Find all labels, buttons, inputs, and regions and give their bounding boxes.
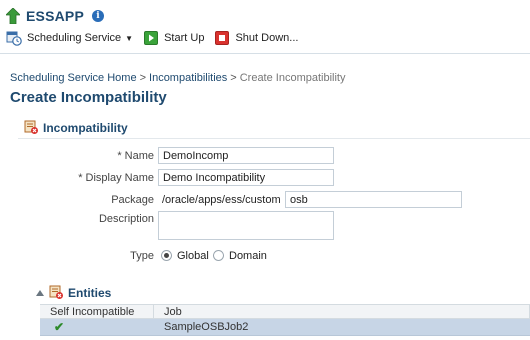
entities-table: Self Incompatible Job ✔ SampleOSBJob2 bbox=[40, 304, 530, 336]
column-header-self-incompatible[interactable]: Self Incompatible bbox=[40, 305, 154, 318]
breadcrumb-separator: > bbox=[230, 72, 237, 84]
app-header: ESSAPP i Scheduling Service ▼ Start Up S… bbox=[0, 0, 530, 54]
breadcrumb-link-incompatibilities[interactable]: Incompatibilities bbox=[149, 72, 227, 84]
type-domain-radio[interactable] bbox=[213, 250, 224, 261]
shut-down-button[interactable]: Shut Down... bbox=[214, 28, 298, 48]
scheduling-service-icon bbox=[6, 30, 22, 46]
type-domain-label[interactable]: Domain bbox=[229, 250, 267, 262]
start-up-button[interactable]: Start Up bbox=[143, 28, 204, 48]
table-header: Self Incompatible Job bbox=[40, 304, 530, 319]
entities-icon bbox=[49, 285, 64, 300]
description-field[interactable] bbox=[158, 211, 334, 240]
package-field[interactable] bbox=[285, 191, 462, 208]
info-icon[interactable]: i bbox=[92, 10, 104, 22]
required-marker: * bbox=[117, 150, 122, 162]
start-up-label: Start Up bbox=[164, 32, 205, 44]
table-row[interactable]: ✔ SampleOSBJob2 bbox=[40, 319, 530, 336]
description-label: Description bbox=[98, 213, 154, 225]
stop-icon bbox=[214, 30, 230, 46]
breadcrumb-separator: > bbox=[139, 72, 147, 84]
section-title: Incompatibility bbox=[43, 120, 128, 135]
incompatibility-icon bbox=[24, 120, 39, 135]
entities-title: Entities bbox=[68, 285, 112, 300]
page-title: Create Incompatibility bbox=[10, 89, 167, 106]
app-title: ESSAPP bbox=[26, 8, 84, 24]
scheduling-service-label: Scheduling Service bbox=[27, 32, 122, 44]
checkmark-icon: ✔ bbox=[54, 320, 65, 334]
entities-header: Entities bbox=[36, 285, 111, 300]
required-marker: * bbox=[78, 172, 83, 184]
type-label: Type bbox=[130, 250, 154, 262]
type-global-label[interactable]: Global bbox=[177, 250, 209, 262]
breadcrumb: Scheduling Service Home > Incompatibilitie… bbox=[10, 72, 346, 84]
shut-down-label: Shut Down... bbox=[235, 32, 299, 44]
start-icon bbox=[143, 30, 159, 46]
breadcrumb-link-scheduling-service-home[interactable]: Scheduling Service Home bbox=[10, 72, 137, 84]
collapse-triangle-icon[interactable] bbox=[36, 289, 44, 296]
display-name-label: * Display Name bbox=[4, 172, 154, 184]
column-header-job[interactable]: Job bbox=[154, 305, 530, 318]
scheduling-service-menu[interactable]: Scheduling Service ▼ bbox=[6, 28, 133, 48]
name-field[interactable] bbox=[158, 147, 334, 164]
display-name-label-text: Display Name bbox=[85, 172, 154, 184]
self-incompatible-cell: ✔ bbox=[40, 319, 154, 335]
type-global-radio[interactable] bbox=[161, 250, 172, 261]
display-name-field[interactable] bbox=[158, 169, 334, 186]
breadcrumb-current: Create Incompatibility bbox=[239, 72, 346, 84]
package-prefix: /oracle/apps/ess/custom bbox=[162, 194, 281, 206]
toolbar: Scheduling Service ▼ Start Up Shut Down.… bbox=[6, 28, 308, 48]
up-arrow-icon[interactable] bbox=[6, 8, 20, 24]
package-label: Package bbox=[111, 194, 154, 206]
name-label: * Name bbox=[4, 150, 154, 162]
section-divider bbox=[18, 138, 530, 139]
app-title-row: ESSAPP i bbox=[6, 6, 104, 26]
name-label-text: Name bbox=[124, 150, 154, 162]
chevron-down-icon: ▼ bbox=[125, 33, 134, 43]
section-header-incompatibility: Incompatibility bbox=[24, 120, 128, 135]
job-cell: SampleOSBJob2 bbox=[164, 321, 249, 333]
